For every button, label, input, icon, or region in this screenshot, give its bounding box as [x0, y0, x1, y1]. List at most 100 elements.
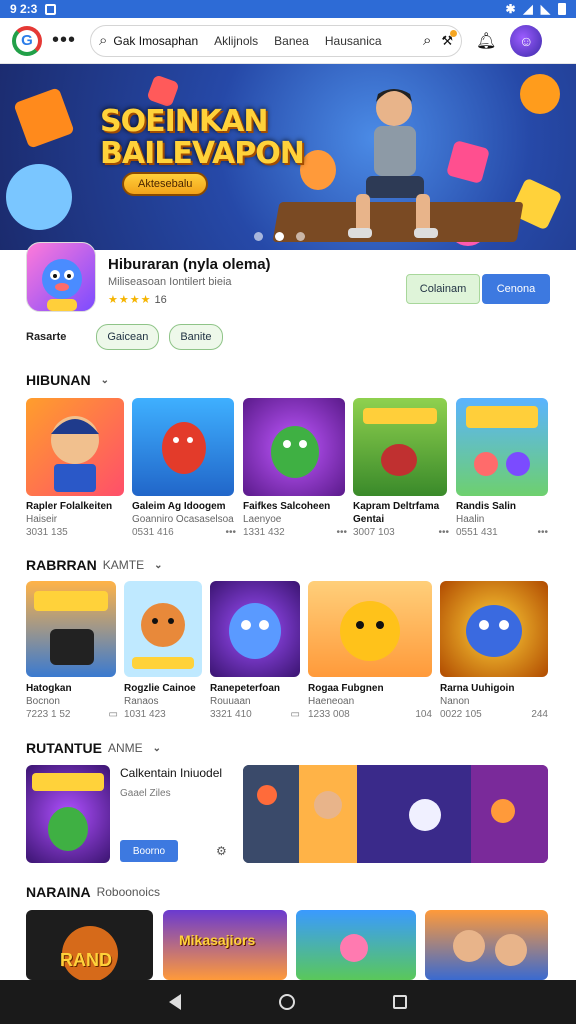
section-header-1[interactable]: HIBUNAN ⌄ [26, 372, 109, 388]
game-card-label: RAND [60, 950, 112, 970]
notification-bell-icon[interactable]: 🔔︎ [476, 31, 496, 51]
game-title[interactable]: Randis Salin [456, 500, 548, 513]
game-subtitle: Haiseir [26, 514, 58, 525]
primary-action-button[interactable]: Cenona [482, 274, 550, 304]
game-title[interactable]: Faifkes Salcoheen [243, 500, 347, 513]
hero-title: SOEINKAN BAILEVAPON [100, 106, 305, 170]
game-card[interactable] [353, 398, 447, 496]
game-meta: 1031 423 [124, 709, 166, 720]
tools-icon[interactable]: ⚒ [441, 29, 457, 49]
app-rating: ★★★★ 16 [108, 293, 167, 306]
recents-icon[interactable] [393, 995, 407, 1009]
screen-icon [45, 3, 57, 15]
chevron-down-icon: ⌄ [100, 374, 109, 386]
section-header-3[interactable]: RUTANTUE ANME ⌄ [26, 740, 161, 756]
decor-cube [146, 74, 180, 108]
rating-value: 16 [154, 294, 167, 306]
section-subtitle: Roboonoics [96, 885, 160, 899]
hero-cta-button[interactable]: Aktesebalu [122, 172, 209, 196]
game-count: 244 [531, 709, 548, 720]
chevron-down-icon: ⌄ [154, 559, 163, 571]
game-card[interactable] [210, 581, 300, 677]
filter-chips: Rasarte Gaicean Banite [26, 324, 223, 350]
home-icon[interactable] [279, 994, 295, 1010]
game-card[interactable] [243, 398, 345, 496]
game-card[interactable] [296, 910, 416, 980]
secondary-action-button[interactable]: Colainam [406, 274, 480, 304]
game-card[interactable] [132, 398, 234, 496]
game-card[interactable] [425, 910, 548, 980]
game-caption: Randis Salin Haalin 0551 431 ••• [456, 500, 548, 539]
app-icon[interactable] [26, 242, 96, 312]
game-caption: Hatogkan Bocnon 7223 1 52 ▭ [26, 682, 118, 721]
download-icon[interactable]: ▭ [109, 708, 118, 721]
search-input[interactable]: Gak Imosaphan [113, 34, 198, 48]
search-tab-3[interactable]: Hausanica [325, 34, 382, 48]
bluetooth-icon: ✱ [505, 2, 516, 16]
game-card[interactable] [26, 581, 116, 677]
game-card[interactable] [124, 581, 202, 677]
search-bar[interactable]: ⌕ Gak Imosaphan Aklijnols Banea Hausanic… [90, 24, 463, 57]
game-card[interactable] [308, 581, 432, 677]
chips-label: Rasarte [26, 331, 67, 343]
game-card[interactable] [456, 398, 548, 496]
carousel-dot[interactable] [296, 232, 305, 241]
game-title[interactable]: Galeim Ag Idoogem [132, 500, 236, 513]
game-subtitle: Rouuaan [210, 696, 251, 707]
more-options-icon[interactable]: ••• [438, 526, 449, 539]
game-card[interactable]: RAND [26, 910, 153, 980]
featured-card-image[interactable] [26, 765, 110, 863]
carousel-dot[interactable] [254, 232, 263, 241]
game-subtitle: Goanniro Ocasaselsoa [132, 514, 234, 525]
featured-info: Calkentain Iniuodel Gaael Ziles [120, 766, 222, 799]
game-meta: 3031 135 [26, 527, 68, 538]
game-caption: Ranepeterfoan Rouuaan 3321 410 ▭ [210, 682, 300, 721]
status-time: 9 2:3 [10, 2, 38, 16]
more-options-icon[interactable]: ••• [225, 526, 236, 539]
search-tab-1[interactable]: Aklijnols [214, 34, 258, 48]
decor-cube [445, 139, 491, 185]
chip-1[interactable]: Gaicean [96, 324, 160, 350]
carousel-indicator[interactable] [254, 232, 305, 241]
featured-action-button[interactable]: Boorno [120, 840, 178, 862]
game-caption: Rarna Uuhigoin Nanon 0022 105 244 [440, 682, 548, 721]
more-options-icon[interactable]: ••• [336, 526, 347, 539]
rating-stars: ★★★★ [108, 294, 152, 306]
hero-banner[interactable]: SOEINKAN BAILEVAPON Aktesebalu [0, 64, 576, 250]
game-meta: 1233 008 [308, 709, 350, 720]
download-icon[interactable]: ▭ [291, 708, 300, 721]
chip-2[interactable]: Banite [169, 324, 223, 350]
search-tab-2[interactable]: Banea [274, 34, 309, 48]
back-icon[interactable] [169, 994, 181, 1010]
section-title: RUTANTUE [26, 740, 102, 756]
featured-title[interactable]: Calkentain Iniuodel [120, 766, 222, 780]
magnifier-icon[interactable]: ⌕ [423, 32, 431, 49]
game-meta: 1331 432 [243, 527, 285, 538]
section-header-2[interactable]: RABRRAN KAMTE ⌄ [26, 557, 163, 573]
settings-icon[interactable]: ⚙ [216, 844, 227, 858]
decor-creature [300, 150, 336, 190]
game-title[interactable]: Rapler Folalkeiten [26, 500, 126, 513]
section-title: RABRRAN [26, 557, 97, 573]
game-card[interactable]: Mikasajiors [163, 910, 287, 980]
game-title[interactable]: Ranepeterfoan [210, 682, 300, 695]
game-card[interactable] [440, 581, 548, 677]
game-meta: 7223 1 52 [26, 709, 71, 720]
game-title[interactable]: Rogzlie Cainoe [124, 682, 202, 695]
more-options-icon[interactable]: ••• [537, 526, 548, 539]
game-card[interactable] [26, 398, 124, 496]
game-meta: 0551 431 [456, 527, 498, 538]
section-header-4[interactable]: NARAINA Roboonoics [26, 884, 160, 900]
user-avatar[interactable]: ☺ [510, 24, 543, 57]
game-title[interactable]: Rogaa Fubgnen [308, 682, 432, 695]
game-title[interactable]: Rarna Uuhigoin [440, 682, 548, 695]
app-logo[interactable]: G [12, 25, 42, 56]
game-title[interactable]: Kapram Deltrfama Gentai [353, 500, 449, 526]
carousel-dot-active[interactable] [275, 232, 284, 241]
game-title[interactable]: Hatogkan [26, 682, 118, 695]
section-title: NARAINA [26, 884, 91, 900]
game-card-label: Mikasajiors [179, 932, 256, 948]
featured-banner[interactable] [243, 765, 548, 863]
game-subtitle: Nanon [440, 696, 470, 707]
more-menu-icon[interactable]: ••• [52, 29, 76, 52]
